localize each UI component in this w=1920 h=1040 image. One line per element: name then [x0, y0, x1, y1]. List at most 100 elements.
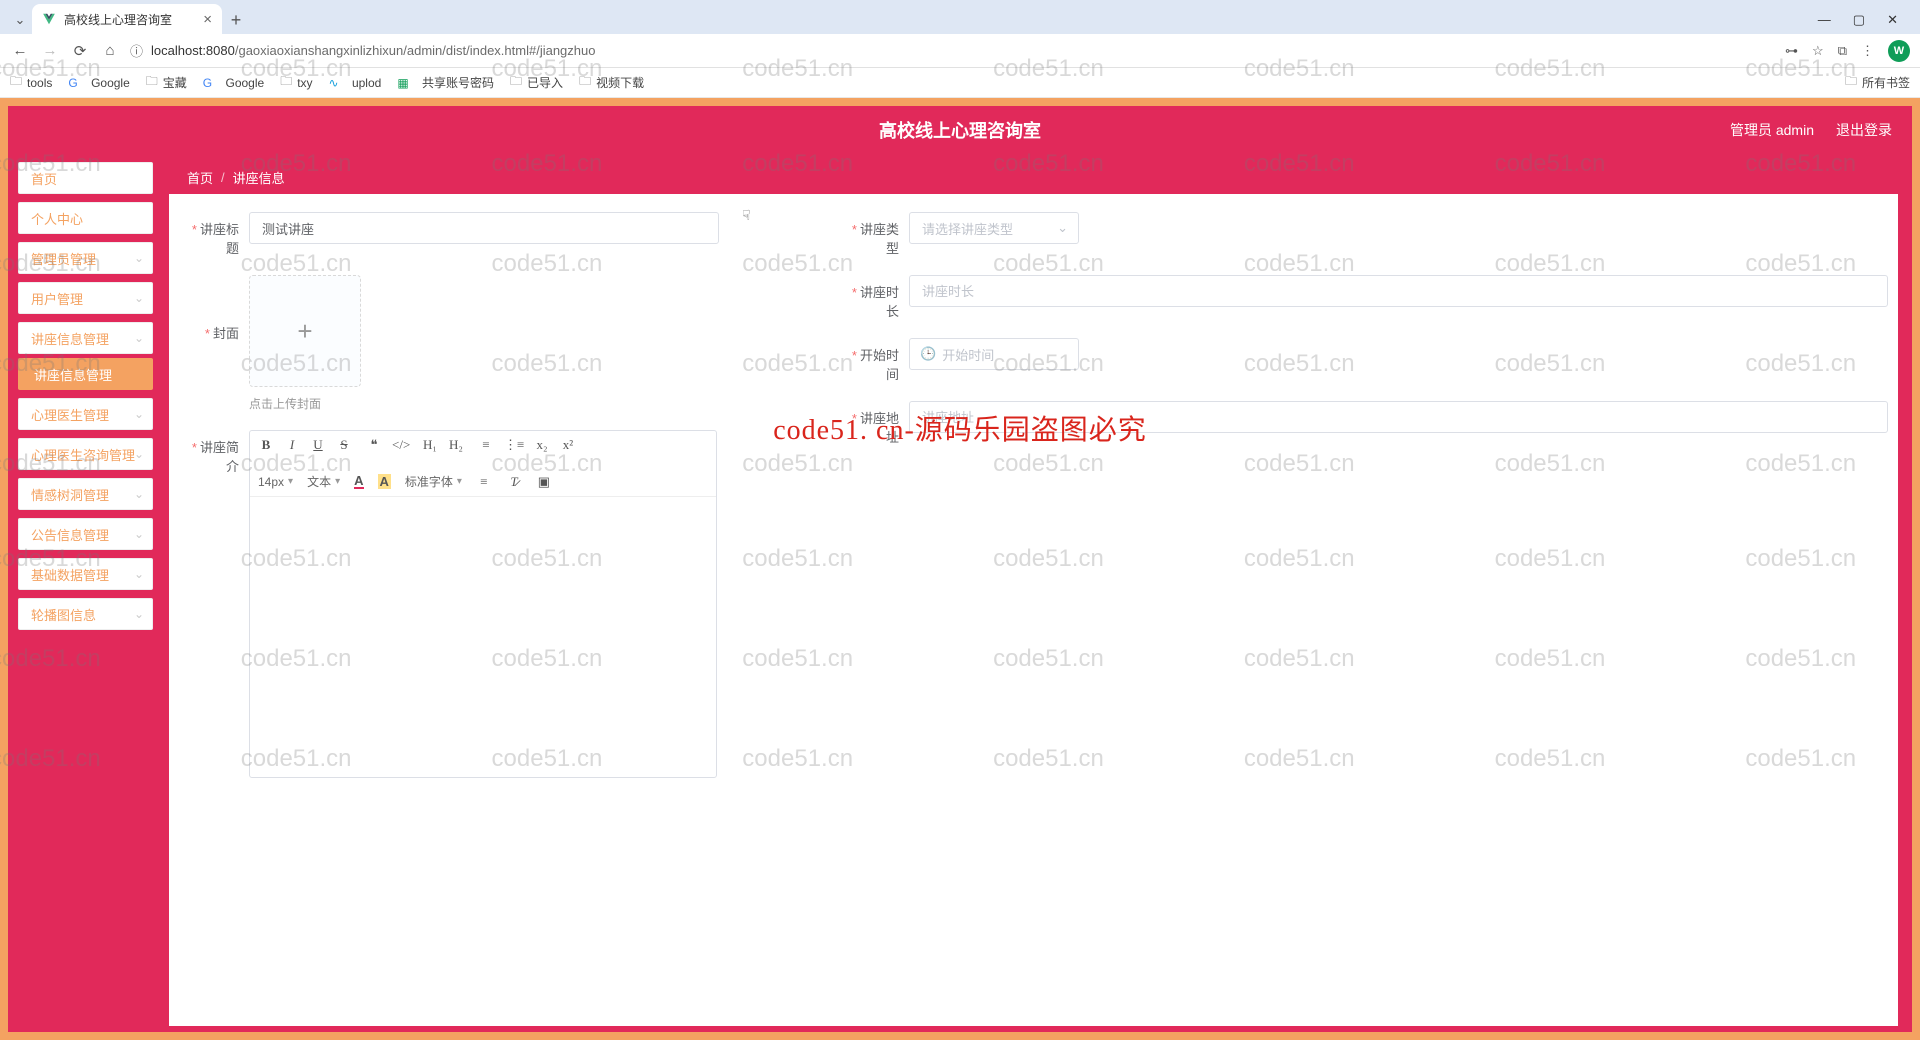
- bookmark-all[interactable]: 所有书签: [1845, 72, 1910, 93]
- breadcrumb: 首页 / 讲座信息: [169, 160, 1898, 194]
- url-host: localhost:8080: [151, 43, 235, 58]
- select-lecture-type[interactable]: 请选择讲座类型: [909, 212, 1079, 244]
- new-tab-button[interactable]: +: [222, 6, 250, 34]
- ul-icon[interactable]: ⋮≡: [504, 437, 520, 453]
- sidebar-sub-lecture-manage[interactable]: 讲座信息管理: [18, 358, 153, 390]
- url-field[interactable]: ⓘ localhost:8080/gaoxiaoxianshangxinlizh…: [130, 41, 1775, 60]
- sidebar-item-treehole[interactable]: 情感树洞管理: [18, 478, 153, 510]
- align-icon[interactable]: ≡: [476, 474, 492, 490]
- sidebar-item-users[interactable]: 用户管理: [18, 282, 153, 314]
- font-size-select[interactable]: 14px▾: [258, 475, 293, 489]
- label-address: 讲座地址: [839, 401, 909, 446]
- sidebar: 首页 个人中心 管理员管理 用户管理 讲座信息管理 讲座信息管理 心理医生管理 …: [8, 154, 163, 1032]
- label-lecture-type: 讲座类型: [839, 212, 909, 257]
- bookmark-item[interactable]: 视频下载: [579, 72, 644, 93]
- app-header: 高校线上心理咨询室 管理员 admin 退出登录: [8, 106, 1912, 154]
- form-area: 讲座标题 封面 + 点击上传封面: [169, 194, 1898, 1026]
- bookmark-item[interactable]: ▦ 共享账号密码: [397, 74, 494, 91]
- reload-icon[interactable]: ⟳: [70, 42, 90, 60]
- address-bar: ← → ⟳ ⌂ ⓘ localhost:8080/gaoxiaoxianshan…: [0, 34, 1920, 68]
- label-cover: 封面: [179, 275, 249, 342]
- sidebar-item-home[interactable]: 首页: [18, 162, 153, 194]
- app-title: 高校线上心理咨询室: [879, 117, 1041, 143]
- site-info-icon[interactable]: ⓘ: [130, 41, 143, 60]
- breadcrumb-home[interactable]: 首页: [187, 168, 213, 187]
- password-key-icon[interactable]: ⊶: [1785, 43, 1798, 59]
- h2-icon[interactable]: H₂: [448, 437, 464, 453]
- main-panel: 首页 / 讲座信息 讲座标题 封面: [169, 160, 1898, 1026]
- maximize-icon[interactable]: ▢: [1853, 12, 1865, 28]
- editor-body[interactable]: [250, 497, 716, 777]
- tab-title: 高校线上心理咨询室: [64, 11, 172, 28]
- browser-chrome: ⌄ 高校线上心理咨询室 × + — ▢ ✕ ← → ⟳ ⌂ ⓘ localhos…: [0, 0, 1920, 98]
- logout-link[interactable]: 退出登录: [1836, 120, 1892, 140]
- rich-editor: B I U S ❝ </>: [249, 430, 717, 778]
- current-user[interactable]: 管理员 admin: [1730, 120, 1814, 140]
- bookmark-item[interactable]: txy: [280, 72, 312, 93]
- code-icon[interactable]: </>: [392, 437, 408, 453]
- close-icon[interactable]: ×: [203, 11, 212, 28]
- profile-avatar[interactable]: W: [1888, 40, 1910, 62]
- clear-format-icon[interactable]: T̷: [506, 474, 522, 490]
- forward-icon: →: [40, 42, 60, 59]
- input-duration[interactable]: [909, 275, 1888, 307]
- label-start-time: 开始时间: [839, 338, 909, 383]
- browser-tab[interactable]: 高校线上心理咨询室 ×: [32, 4, 222, 34]
- underline-icon[interactable]: U: [310, 437, 326, 453]
- font-family-select[interactable]: 标准字体▾: [405, 473, 462, 490]
- sidebar-item-notice[interactable]: 公告信息管理: [18, 518, 153, 550]
- sidebar-item-doctor[interactable]: 心理医生管理: [18, 398, 153, 430]
- back-icon[interactable]: ←: [10, 42, 30, 59]
- strike-icon[interactable]: S: [336, 437, 352, 453]
- input-address[interactable]: [909, 401, 1888, 433]
- vue-icon: [42, 12, 56, 26]
- bold-icon[interactable]: B: [258, 437, 274, 453]
- label-duration: 讲座时长: [839, 275, 909, 320]
- bookmark-item[interactable]: ∿ uplod: [329, 76, 382, 90]
- sidebar-item-lecture[interactable]: 讲座信息管理: [18, 322, 153, 354]
- tab-dropdown-icon[interactable]: ⌄: [8, 6, 32, 34]
- upload-cover[interactable]: +: [249, 275, 361, 387]
- close-window-icon[interactable]: ✕: [1887, 12, 1898, 28]
- bookmark-bar: tools G Google 宝藏 G Google txy ∿ uplod ▦…: [0, 68, 1920, 98]
- h1-icon[interactable]: H₁: [422, 437, 438, 453]
- sidebar-item-doctor-consult[interactable]: 心理医生咨询管理: [18, 438, 153, 470]
- upload-hint: 点击上传封面: [249, 395, 719, 412]
- italic-icon[interactable]: I: [284, 437, 300, 453]
- sidebar-item-admin[interactable]: 管理员管理: [18, 242, 153, 274]
- minimize-icon[interactable]: —: [1818, 12, 1831, 28]
- text-color-icon[interactable]: A: [354, 475, 363, 489]
- tab-bar: ⌄ 高校线上心理咨询室 × + — ▢ ✕: [0, 0, 1920, 34]
- plus-icon: +: [297, 316, 312, 347]
- extensions-icon[interactable]: ⧉: [1838, 43, 1847, 59]
- bookmark-item[interactable]: 宝藏: [146, 72, 187, 93]
- superscript-icon[interactable]: x²: [560, 437, 576, 453]
- image-icon[interactable]: ▣: [536, 474, 552, 490]
- sidebar-item-basedata[interactable]: 基础数据管理: [18, 558, 153, 590]
- home-icon[interactable]: ⌂: [100, 42, 120, 59]
- bookmark-item[interactable]: tools: [10, 72, 52, 93]
- highlight-icon[interactable]: A: [378, 474, 391, 489]
- label-lecture-title: 讲座标题: [179, 212, 249, 257]
- input-lecture-title[interactable]: [249, 212, 719, 244]
- breadcrumb-current: 讲座信息: [233, 168, 285, 187]
- menu-dots-icon[interactable]: ⋮: [1861, 43, 1874, 59]
- text-menu-select[interactable]: 文本▾: [307, 473, 340, 490]
- sidebar-item-carousel[interactable]: 轮播图信息: [18, 598, 153, 630]
- ol-icon[interactable]: ≡: [478, 437, 494, 453]
- breadcrumb-sep: /: [221, 170, 225, 185]
- subscript-icon[interactable]: x₂: [534, 437, 550, 453]
- clock-icon: 🕒: [920, 346, 936, 362]
- bookmark-item[interactable]: G Google: [68, 76, 129, 90]
- bookmark-item[interactable]: 已导入: [510, 72, 563, 93]
- quote-icon[interactable]: ❝: [366, 437, 382, 453]
- label-intro: 讲座简介: [179, 430, 249, 475]
- app: 高校线上心理咨询室 管理员 admin 退出登录 首页 个人中心 管理员管理 用…: [6, 104, 1914, 1034]
- bookmark-item[interactable]: G Google: [203, 76, 264, 90]
- input-start-time[interactable]: 🕒 开始时间: [909, 338, 1079, 370]
- editor-toolbar: B I U S ❝ </>: [250, 431, 716, 497]
- sidebar-item-profile[interactable]: 个人中心: [18, 202, 153, 234]
- window-controls: — ▢ ✕: [1818, 12, 1912, 34]
- url-path: /gaoxiaoxianshangxinlizhixun/admin/dist/…: [235, 43, 596, 58]
- bookmark-star-icon[interactable]: ☆: [1812, 43, 1824, 59]
